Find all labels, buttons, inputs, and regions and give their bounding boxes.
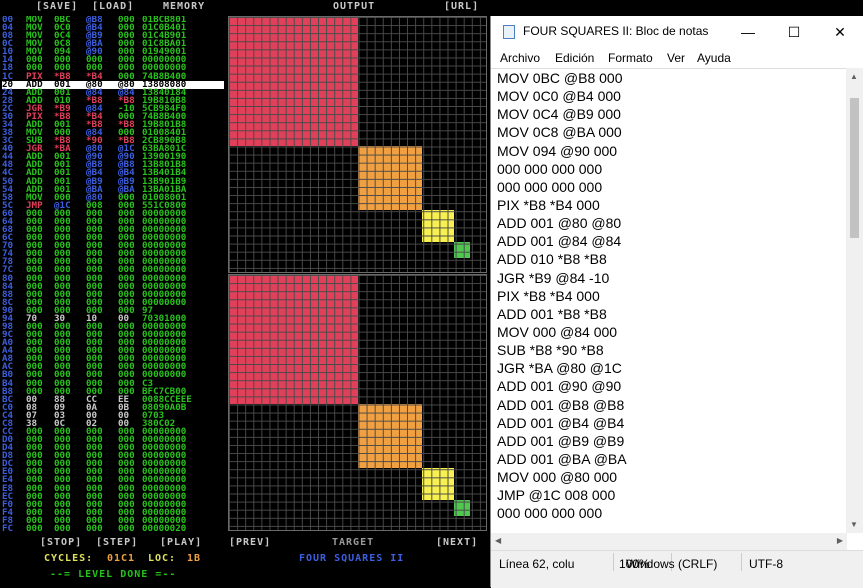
menu-archivo[interactable]: Archivo bbox=[500, 51, 540, 65]
text-line[interactable]: JGR *BA @80 @1C bbox=[491, 359, 847, 377]
scroll-right-icon[interactable]: ▶ bbox=[837, 536, 843, 545]
output-header: OUTPUT bbox=[333, 1, 376, 12]
notepad-menubar: Archivo Edición Formato Ver Ayuda bbox=[491, 48, 863, 68]
memory-header: MEMORY bbox=[163, 1, 206, 12]
stop-button[interactable]: [STOP] bbox=[40, 537, 82, 548]
horizontal-scrollbar[interactable]: ◀ ▶ bbox=[491, 533, 847, 550]
text-line[interactable]: 000 000 000 000 bbox=[491, 160, 847, 178]
text-line[interactable]: ADD 001 @B4 @B4 bbox=[491, 414, 847, 432]
loc-value: 1B bbox=[187, 553, 202, 564]
scroll-thumb[interactable] bbox=[850, 98, 859, 238]
notepad-title: FOUR SQUARES II: Bloc de notas bbox=[523, 24, 709, 38]
load-button[interactable]: [LOAD] bbox=[92, 1, 134, 13]
text-line[interactable]: ADD 001 *B8 *B8 bbox=[491, 305, 847, 323]
cycles-label: CYCLES: bbox=[44, 553, 94, 564]
scroll-up-icon[interactable]: ▲ bbox=[850, 72, 858, 81]
step-button[interactable]: [STEP] bbox=[96, 537, 138, 548]
text-line[interactable]: MOV 0C8 @BA 000 bbox=[491, 123, 847, 141]
text-line[interactable]: ADD 010 *B8 *B8 bbox=[491, 250, 847, 268]
row-arg-b[interactable]: 000 bbox=[86, 524, 118, 532]
loc-label: LOC: bbox=[148, 553, 177, 564]
code-listing[interactable]: 00 MOV 0BC @B8 000 01BCB801 04 MOV 0C0 @B4 000 01C0… bbox=[2, 16, 224, 532]
text-line[interactable]: MOV 0C4 @B9 000 bbox=[491, 105, 847, 123]
text-line[interactable]: MOV 094 @90 000 bbox=[491, 142, 847, 160]
text-line[interactable]: JMP @1C 008 000 bbox=[491, 486, 847, 504]
row-arg-c[interactable]: 000 bbox=[118, 524, 142, 532]
level-done-message: --= LEVEL DONE =-- bbox=[50, 569, 177, 580]
status-encoding: UTF-8 bbox=[749, 557, 783, 571]
text-line[interactable]: ADD 001 @84 @84 bbox=[491, 232, 847, 250]
text-line[interactable]: MOV 0BC @B8 000 bbox=[491, 69, 847, 87]
row-arg-a[interactable]: 000 bbox=[54, 524, 86, 532]
menu-ayuda[interactable]: Ayuda bbox=[697, 51, 731, 65]
text-line[interactable]: MOV 000 @84 000 bbox=[491, 323, 847, 341]
cycles-value: 01C1 bbox=[107, 553, 136, 564]
game-window: [SAVE] [LOAD] MEMORY OUTPUT [URL] 00 MOV 0… bbox=[0, 0, 490, 587]
notepad-window: FOUR SQUARES II: Bloc de notas — ☐ ✕ Arc… bbox=[490, 16, 863, 588]
minimize-button[interactable]: — bbox=[725, 16, 771, 48]
row-memory: 00000020 bbox=[142, 522, 187, 532]
text-line[interactable]: ADD 001 @B8 @B8 bbox=[491, 396, 847, 414]
text-line[interactable]: JGR *B9 @84 -10 bbox=[491, 269, 847, 287]
next-button[interactable]: [NEXT] bbox=[436, 537, 478, 548]
scroll-down-icon[interactable]: ▼ bbox=[850, 520, 858, 529]
text-line[interactable]: SUB *B8 *90 *B8 bbox=[491, 341, 847, 359]
text-line[interactable]: ADD 001 @BA @BA bbox=[491, 450, 847, 468]
output-screen bbox=[228, 16, 487, 273]
text-line[interactable]: MOV 000 @80 000 bbox=[491, 468, 847, 486]
menu-ver[interactable]: Ver bbox=[667, 51, 685, 65]
text-line[interactable]: PIX *B8 *B4 000 bbox=[491, 287, 847, 305]
status-eol: Windows (CRLF) bbox=[626, 557, 718, 571]
code-row[interactable]: FC 000 000 000 000 00000020 bbox=[2, 522, 224, 532]
target-screen bbox=[228, 274, 487, 531]
menu-formato[interactable]: Formato bbox=[608, 51, 653, 65]
text-line[interactable]: PIX *B8 *B4 000 bbox=[491, 196, 847, 214]
play-button[interactable]: [PLAY] bbox=[160, 537, 202, 548]
prev-button[interactable]: [PREV] bbox=[229, 537, 271, 548]
target-label: TARGET bbox=[332, 537, 375, 548]
row-opcode[interactable]: 000 bbox=[26, 524, 54, 532]
notepad-icon bbox=[503, 25, 515, 39]
menu-edicion[interactable]: Edición bbox=[555, 51, 594, 65]
text-line[interactable]: 000 000 000 000 bbox=[491, 178, 847, 196]
url-button[interactable]: [URL] bbox=[444, 1, 479, 13]
maximize-button[interactable]: ☐ bbox=[771, 16, 817, 48]
notepad-titlebar[interactable]: FOUR SQUARES II: Bloc de notas — ☐ ✕ bbox=[491, 16, 863, 48]
text-line[interactable]: ADD 001 @90 @90 bbox=[491, 377, 847, 395]
text-line[interactable]: MOV 0C0 @B4 000 bbox=[491, 87, 847, 105]
save-button[interactable]: [SAVE] bbox=[36, 1, 78, 13]
scroll-left-icon[interactable]: ◀ bbox=[495, 536, 501, 545]
text-line[interactable]: ADD 001 @80 @80 bbox=[491, 214, 847, 232]
notepad-statusbar: Línea 62, colu 100% Windows (CRLF) UTF-8 bbox=[491, 550, 863, 588]
vertical-scrollbar[interactable]: ▲ ▼ bbox=[846, 68, 863, 533]
text-line[interactable]: ADD 001 @B9 @B9 bbox=[491, 432, 847, 450]
screens-area bbox=[228, 16, 489, 532]
status-position: Línea 62, colu bbox=[499, 557, 575, 571]
close-button[interactable]: ✕ bbox=[817, 16, 863, 48]
notepad-text-area[interactable]: MOV 0BC @B8 000 MOV 0C0 @B4 000 MOV 0C4 @B… bbox=[491, 68, 847, 534]
puzzle-name: FOUR SQUARES II bbox=[299, 553, 405, 564]
row-address: FC bbox=[2, 522, 14, 532]
text-line[interactable]: 000 000 000 000 bbox=[491, 504, 847, 522]
